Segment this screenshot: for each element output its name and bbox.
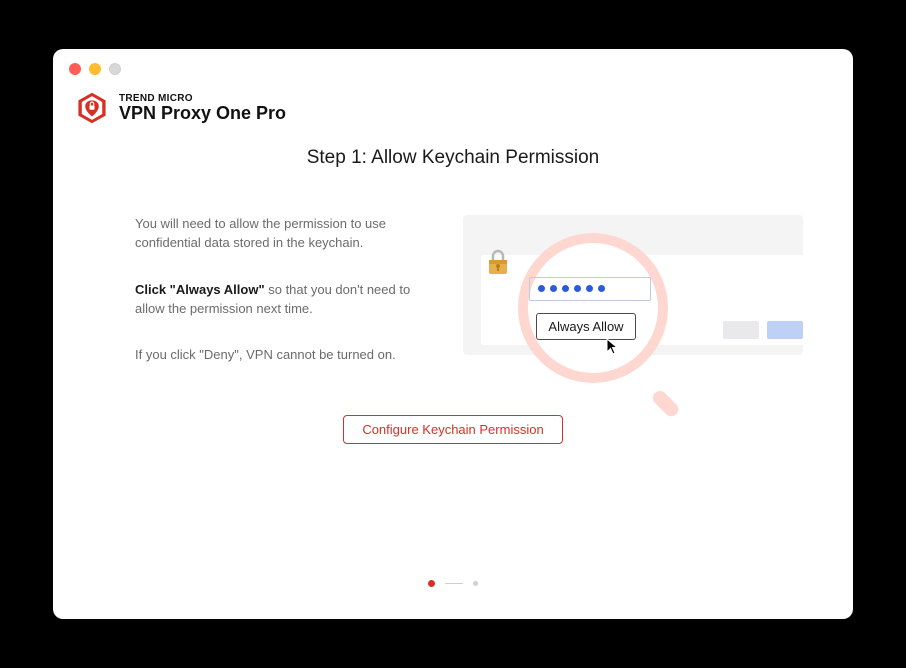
configure-keychain-button[interactable]: Configure Keychain Permission [343, 415, 562, 444]
zoom-window-button [109, 63, 121, 75]
close-window-button[interactable] [69, 63, 81, 75]
keychain-illustration: Always Allow [463, 215, 803, 395]
step-pager [53, 580, 853, 587]
instruction-para-3: If you click "Deny", VPN cannot be turne… [135, 346, 433, 365]
illustration-side-buttons [723, 321, 803, 339]
step-title: Step 1: Allow Keychain Permission [53, 147, 853, 169]
instruction-para-2-bold: Click "Always Allow" [135, 282, 265, 297]
magnifier-circle: Always Allow [518, 233, 668, 383]
illustration-password-field [529, 277, 651, 301]
password-dot-icon [586, 285, 593, 292]
password-dot-icon [562, 285, 569, 292]
pager-dot-active[interactable] [428, 580, 435, 587]
lock-icon [487, 249, 509, 275]
illustration-allow-label: Always Allow [548, 319, 623, 334]
brand-product: VPN Proxy One Pro [119, 104, 286, 124]
window-titlebar [53, 49, 853, 75]
instruction-para-1: You will need to allow the permission to… [135, 215, 433, 253]
instructions-block: You will need to allow the permission to… [135, 215, 433, 395]
instruction-para-2: Click "Always Allow" so that you don't n… [135, 281, 433, 319]
pager-dot-inactive[interactable] [473, 581, 478, 586]
minimize-window-button[interactable] [89, 63, 101, 75]
illustration-button-placeholder [723, 321, 759, 339]
magnifier-highlight: Always Allow [518, 233, 683, 398]
pager-connector [445, 583, 463, 585]
brand-text-block: TREND MICRO VPN Proxy One Pro [119, 93, 286, 124]
content-area: You will need to allow the permission to… [53, 169, 853, 395]
brand-logo-icon [75, 91, 109, 125]
password-dot-icon [550, 285, 557, 292]
app-window: TREND MICRO VPN Proxy One Pro Step 1: Al… [53, 49, 853, 619]
illustration-always-allow-button: Always Allow [536, 313, 635, 340]
password-dot-icon [574, 285, 581, 292]
app-header: TREND MICRO VPN Proxy One Pro [53, 75, 853, 125]
password-dot-icon [598, 285, 605, 292]
illustration-button-placeholder [767, 321, 803, 339]
password-dot-icon [538, 285, 545, 292]
cursor-icon [605, 337, 623, 355]
brand-company: TREND MICRO [119, 93, 286, 104]
cta-row: Configure Keychain Permission [53, 415, 853, 444]
